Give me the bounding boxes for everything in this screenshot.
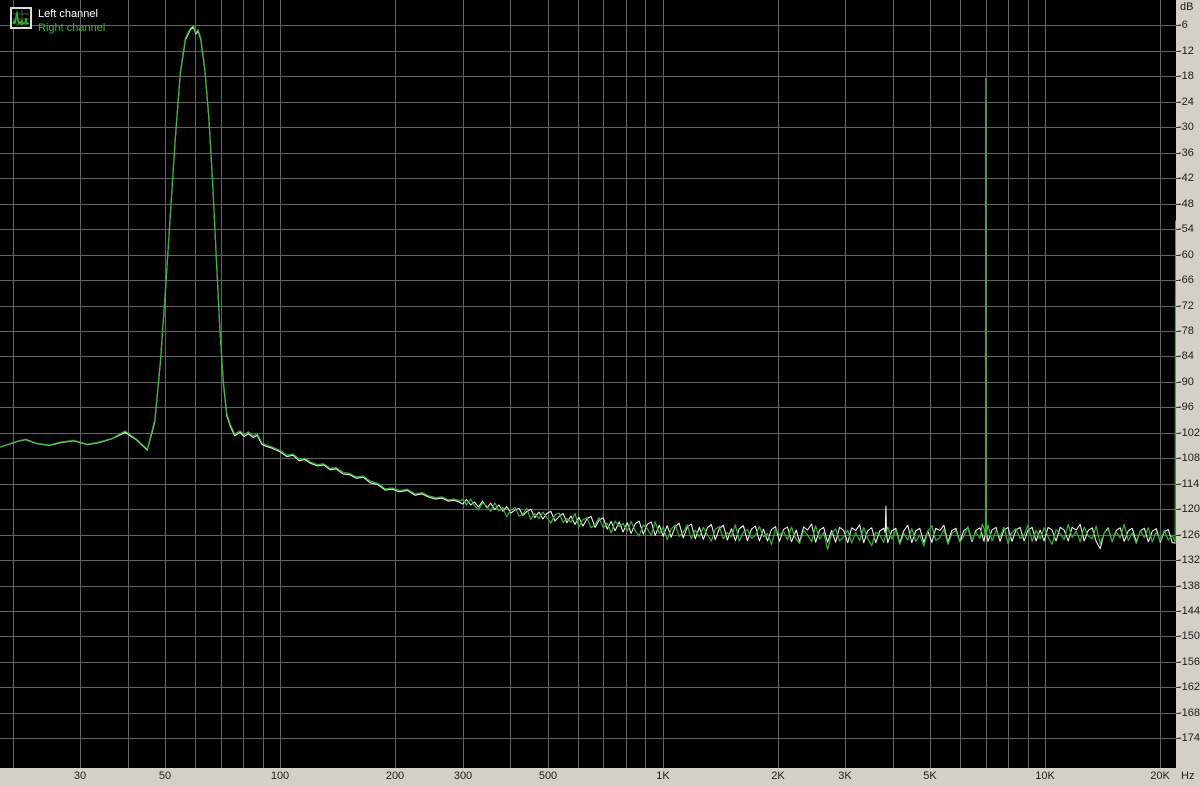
y-axis-tick-label: -54 [1178, 223, 1194, 235]
y-axis-tick-label: -42 [1178, 172, 1194, 184]
y-axis-tick-label: -24 [1178, 96, 1194, 108]
y-axis-tick-label: -6 [1178, 19, 1188, 31]
y-axis-tick-label: -78 [1178, 325, 1194, 337]
y-axis-tick-label: -66 [1178, 274, 1194, 286]
x-axis-tick-label: 5K [923, 770, 937, 782]
y-axis-tick-label: -150 [1178, 630, 1200, 642]
x-axis-tick-label: 300 [453, 770, 473, 782]
y-axis-tick-label: -144 [1178, 605, 1200, 617]
y-axis-tick-label: -30 [1178, 121, 1194, 133]
y-axis-tick-label: -18 [1178, 70, 1194, 82]
y-axis-unit-label: dB [1180, 1, 1194, 13]
y-axis-tick-label: -90 [1178, 376, 1194, 388]
y-axis-tick-label: -138 [1178, 580, 1200, 592]
x-axis-tick-label: 50 [158, 770, 172, 782]
y-axis-tick-label: -12 [1178, 45, 1194, 57]
x-axis-tick-label: 1K [656, 770, 670, 782]
y-axis-tick-label: -168 [1178, 707, 1200, 719]
y-axis-tick-label: -102 [1178, 427, 1200, 439]
spectrum-analyzer-window: Left channel Right channel dB Hz -6 -12 -1… [0, 0, 1200, 786]
y-axis-tick-label: -114 [1178, 478, 1200, 490]
y-axis-tick-label: -84 [1178, 350, 1194, 362]
y-axis-tick-label: -72 [1178, 300, 1194, 312]
x-axis-tick-label: 30 [73, 770, 87, 782]
y-axis-tick-label: -48 [1178, 198, 1194, 210]
y-axis-tick-label: -126 [1178, 529, 1200, 541]
y-axis-tick-label: -120 [1178, 503, 1200, 515]
y-axis-tick-label: -162 [1178, 681, 1200, 693]
x-axis-unit-label: Hz [1181, 770, 1195, 782]
x-axis-strip: 30 50 100 200 300 500 1K 2K 3K 5K 10K 20K [0, 768, 1176, 786]
y-axis-tick-label: -96 [1178, 401, 1194, 413]
x-axis-tick-label: 100 [270, 770, 290, 782]
y-axis-strip: dB Hz -6 -12 -18 -24 -30 -36 -42 -48 -54 -60 -66 -7… [1176, 0, 1200, 786]
x-axis-tick-label: 10K [1035, 770, 1055, 782]
legend: Left channel Right channel [10, 7, 105, 35]
x-axis-tick-label: 200 [385, 770, 405, 782]
x-axis-tick-label: 3K [838, 770, 852, 782]
plot-canvas [0, 0, 1176, 768]
left-channel-trace [0, 26, 1176, 550]
x-axis-tick-label: 500 [538, 770, 558, 782]
x-axis-tick-label: 2K [771, 770, 785, 782]
spectrum-thumbnail-icon[interactable] [10, 7, 32, 29]
legend-right-channel-label: Right channel [38, 22, 106, 34]
y-axis-tick-label: -156 [1178, 656, 1200, 668]
plot-area [0, 0, 1176, 768]
y-axis-tick-label: -108 [1178, 452, 1200, 464]
x-axis-tick-label: 20K [1150, 770, 1170, 782]
right-channel-trace [0, 25, 1176, 551]
y-axis-tick-label: -132 [1178, 554, 1200, 566]
y-axis-tick-label: -60 [1178, 249, 1194, 261]
y-axis-tick-label: -174 [1178, 732, 1200, 744]
y-axis-tick-label: -36 [1178, 147, 1194, 159]
legend-left-channel-label: Left channel [38, 8, 98, 20]
